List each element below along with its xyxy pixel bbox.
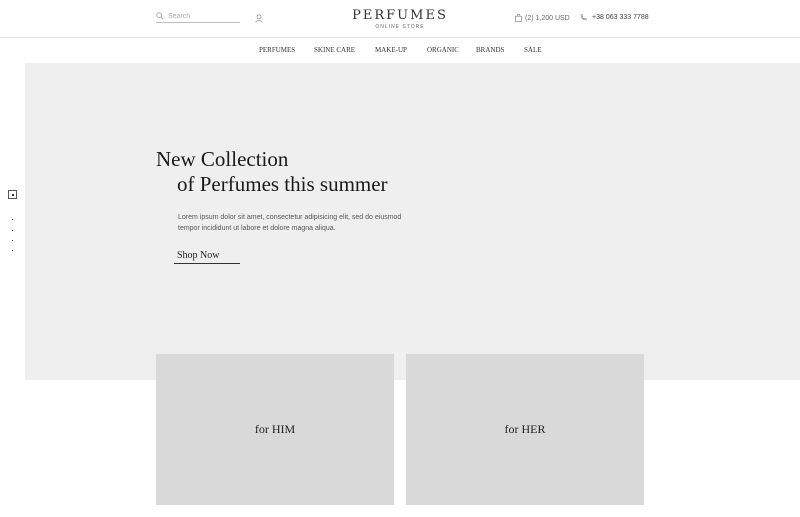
hero-title-line1: New Collection	[156, 147, 289, 171]
search-input[interactable]	[168, 12, 238, 20]
hero-description: Lorem ipsum dolor sit amet, consectetur …	[178, 214, 402, 232]
cart-summary: (2) 1,200 USD	[525, 14, 570, 22]
hero-title-line2: of Perfumes this summer	[177, 172, 388, 196]
nav-item-sale[interactable]: SALE	[524, 46, 542, 54]
nav-item-brands[interactable]: BRANDS	[476, 46, 504, 54]
main-navigation: PERFUMES SKINE CARE MAKE-UP ORGANIC BRAN…	[0, 44, 800, 58]
nav-item-organic[interactable]: ORGANIC	[427, 46, 459, 54]
slider-dot[interactable]	[12, 230, 13, 231]
slider-dot[interactable]	[12, 250, 13, 251]
category-card-him[interactable]: for HIM	[156, 354, 394, 505]
phone-icon	[580, 14, 587, 21]
slider-dot[interactable]	[12, 240, 13, 241]
cart-button[interactable]: (2) 1,200 USD	[515, 14, 570, 22]
nav-item-skin-care[interactable]: SKINE CARE	[314, 46, 355, 54]
nav-item-make-up[interactable]: MAKE-UP	[375, 46, 407, 54]
search-field[interactable]	[156, 10, 240, 23]
nav-item-perfumes[interactable]: PERFUMES	[259, 46, 295, 54]
site-header: PERFUMES ONLINE STORE (2) 1,200 USD +38 …	[0, 0, 800, 38]
category-card-her[interactable]: for HER	[406, 354, 644, 505]
logo-subtitle: ONLINE STORE	[375, 24, 425, 30]
shopping-bag-icon	[515, 14, 522, 22]
phone-contact[interactable]: +38 063 333 7788	[580, 14, 649, 21]
shop-now-button[interactable]: Shop Now	[174, 250, 240, 264]
slider-dot[interactable]	[12, 219, 13, 220]
category-label: for HIM	[254, 422, 296, 436]
hero-banner: New Collection of Perfumes this summer L…	[25, 63, 800, 380]
search-icon	[156, 12, 164, 20]
category-label: for HER	[504, 422, 546, 436]
phone-number: +38 063 333 7788	[592, 14, 649, 21]
store-logo[interactable]: PERFUMES ONLINE STORE	[340, 8, 460, 30]
slider-dot-active[interactable]	[8, 190, 17, 199]
logo-title: PERFUMES	[352, 8, 448, 23]
user-icon[interactable]	[255, 14, 263, 23]
